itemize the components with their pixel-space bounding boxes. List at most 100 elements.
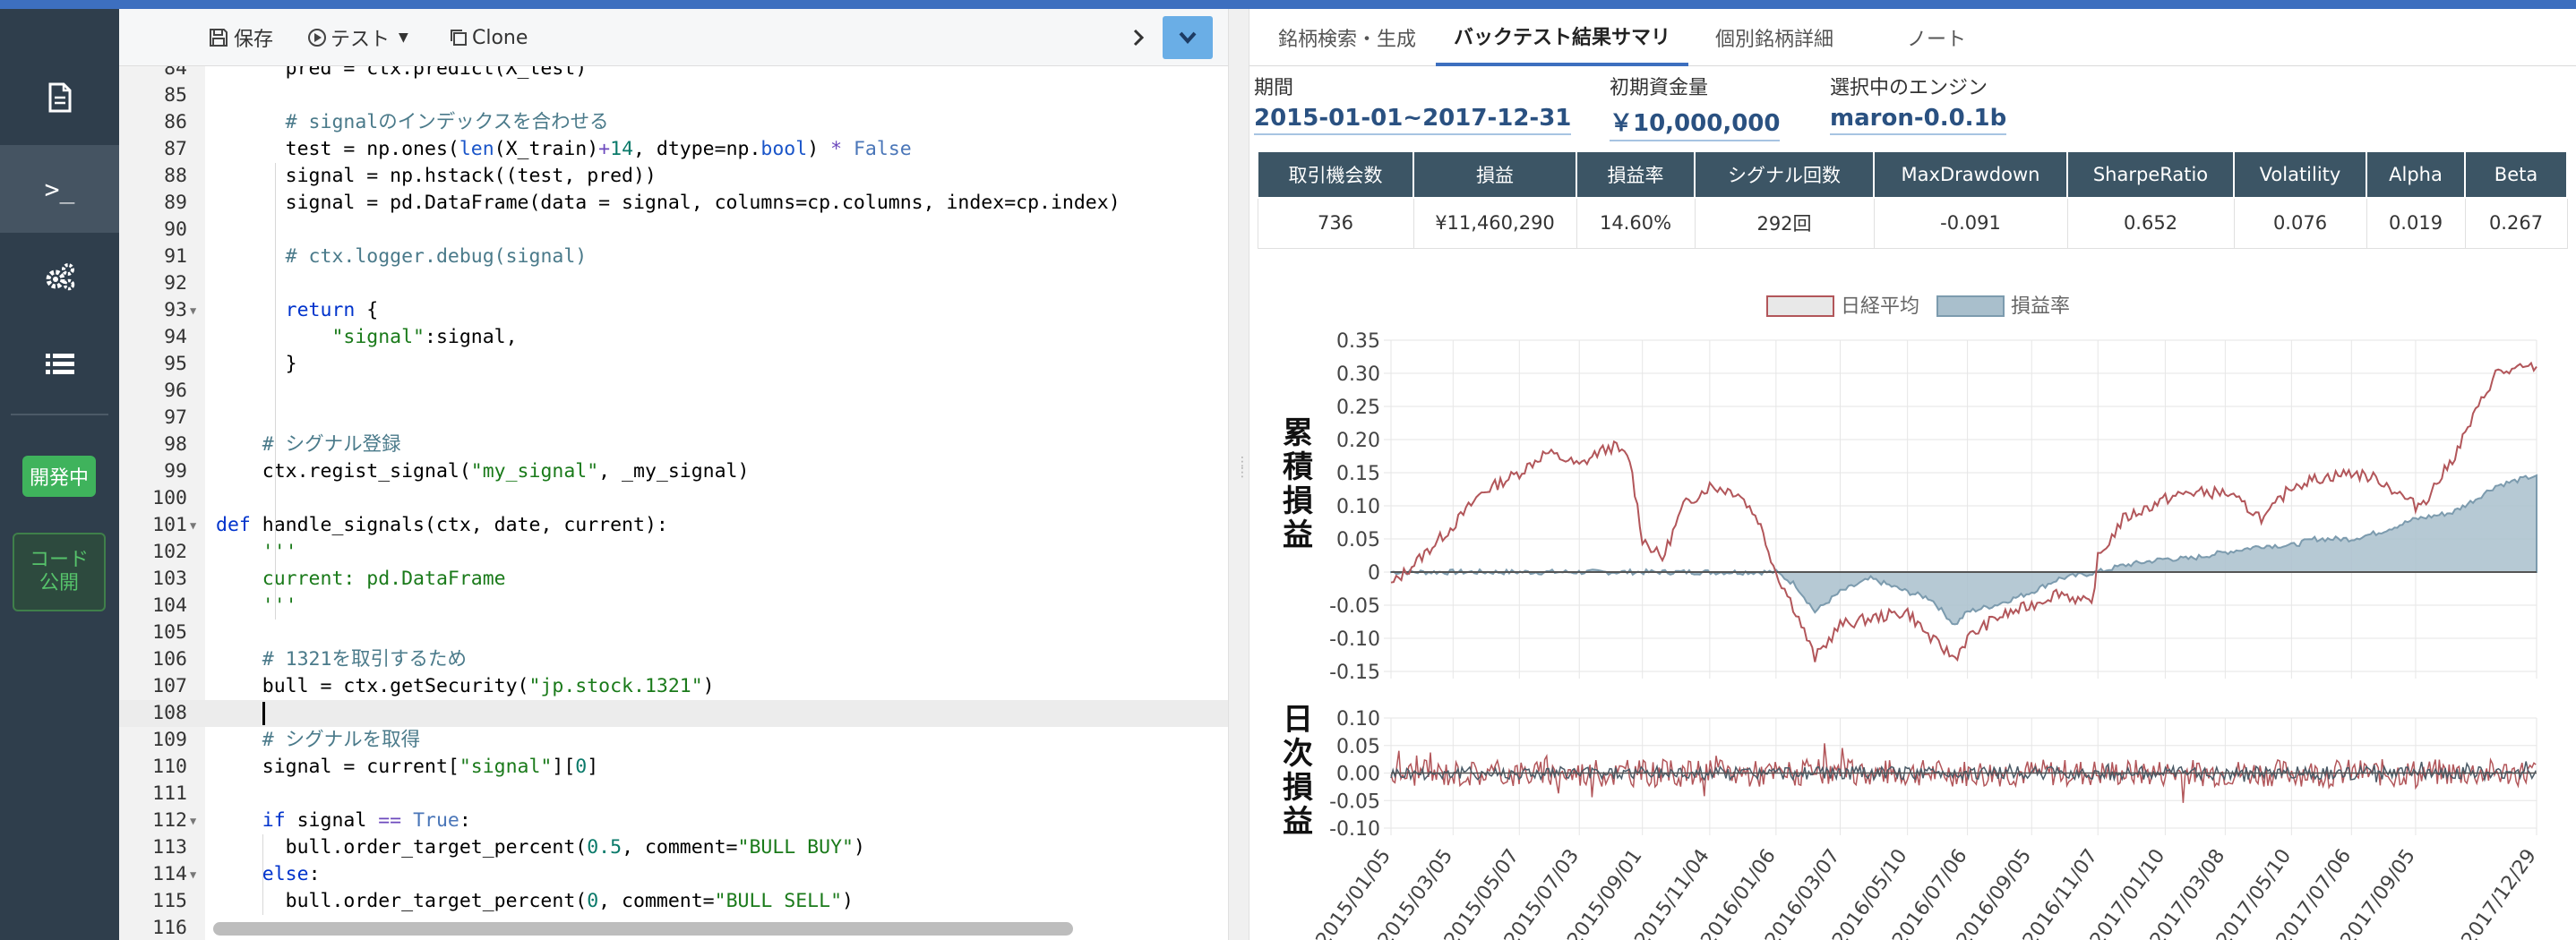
code-line-current[interactable]: 108 (119, 700, 1228, 727)
code-line[interactable]: 90 (119, 217, 1228, 244)
code-area[interactable]: 84 pred = ctx.predict(X_test) 85 86 # sign… (119, 66, 1228, 940)
clone-button[interactable]: Clone (449, 21, 528, 54)
code-line[interactable]: 88 signal = np.hstack((test, pred)) (119, 163, 1228, 190)
y-tick-label: 0.10 (1336, 496, 1380, 518)
line-number: 104 (152, 594, 187, 617)
editor-toolbar: 保存 テスト ▼ Clone (119, 9, 1228, 66)
tab-notes[interactable]: ノート (1907, 9, 1966, 66)
code-line[interactable]: 95 } (119, 351, 1228, 378)
code-text: else: (262, 863, 321, 885)
fold-toggle-icon[interactable]: ▼ (190, 297, 196, 324)
fold-toggle-icon[interactable]: ▼ (190, 512, 196, 539)
stats-value: 14.60% (1576, 197, 1696, 249)
caret-down-icon: ▼ (399, 30, 408, 45)
code-line[interactable]: 99 ctx.regist_signal("my_signal", _my_si… (119, 458, 1228, 485)
code-line[interactable]: 94 "signal":signal, (119, 324, 1228, 351)
tab-stock-detail[interactable]: 個別銘柄詳細 (1715, 9, 1833, 66)
publish-line2: 公開 (39, 572, 79, 594)
code-line[interactable]: 100 (119, 485, 1228, 512)
editor-menu-dropdown[interactable] (1163, 16, 1213, 59)
code-line[interactable]: 101 ▼ def handle_signals(ctx, date, curren… (119, 512, 1228, 539)
daily-pnl-chart: 0.10 0.05 0.00 -0.05 -0.10 (1329, 708, 2537, 841)
code-line[interactable]: 85 (119, 82, 1228, 109)
sidebar-item-document[interactable] (0, 54, 119, 141)
stats-value-row: 736 ¥11,460,290 14.60% 292回 -0.091 0.652… (1257, 197, 2568, 249)
code-line[interactable]: 103 current: pd.DataFrame (119, 566, 1228, 593)
stats-value: 292回 (1694, 197, 1875, 249)
line-number: 110 (152, 756, 187, 778)
code-line[interactable]: 93 ▼ return { (119, 297, 1228, 324)
legend-swatch-pnl[interactable] (1936, 295, 2005, 317)
code-line[interactable]: 91 # ctx.logger.debug(signal) (119, 244, 1228, 270)
terminal-icon: >_ (44, 174, 75, 204)
code-line[interactable]: 105 (119, 620, 1228, 646)
code-line[interactable]: 92 (119, 270, 1228, 297)
results-panel: 銘柄検索・生成 バックテスト結果サマリ 個別銘柄詳細 ノート 期間 2015-0… (1249, 9, 2576, 940)
save-button[interactable]: 保存 (209, 21, 273, 54)
code-line[interactable]: 98 # シグナル登録 (119, 432, 1228, 458)
save-label: 保存 (234, 29, 274, 51)
test-button[interactable]: テスト ▼ (307, 21, 408, 54)
code-line[interactable]: 107 bull = ctx.getSecurity("jp.stock.132… (119, 673, 1228, 700)
fold-toggle-icon[interactable]: ▼ (190, 808, 196, 834)
line-number: 115 (152, 890, 187, 912)
status-badge-dev[interactable]: 開発中 (22, 456, 96, 497)
horizontal-scrollbar[interactable] (213, 922, 1073, 936)
sidebar-item-terminal[interactable]: >_ (0, 145, 119, 233)
code-line[interactable]: 109 # シグナルを取得 (119, 727, 1228, 754)
tab-stock-search[interactable]: 銘柄検索・生成 (1278, 9, 1416, 66)
x-tick-label: 2017/12/29 (2458, 845, 2541, 940)
code-line[interactable]: 97 (119, 405, 1228, 432)
code-text: if signal == True: (262, 809, 471, 832)
sidebar-item-list[interactable] (0, 320, 119, 408)
stats-value: 0.267 (2464, 197, 2568, 249)
code-line[interactable]: 112 ▼ if signal == True: (119, 808, 1228, 834)
y-tick-label: 0.30 (1336, 363, 1380, 386)
y-tick-label: 0.05 (1336, 529, 1380, 551)
clone-icon (451, 30, 467, 46)
publish-code-button[interactable]: コード 公開 (13, 533, 106, 611)
y-tick-label: -0.10 (1329, 628, 1380, 651)
code-line[interactable]: 111 (119, 781, 1228, 808)
gears-icon (46, 263, 74, 291)
code-line[interactable]: 113 bull.order_target_percent(0.5, comme… (119, 834, 1228, 861)
y-axis-label-char: 次 (1283, 736, 1313, 772)
code-line[interactable]: 114 ▼ else: (119, 861, 1228, 888)
y-tick-label: -0.05 (1329, 595, 1380, 618)
panel-splitter[interactable]: ⋮ ⋮ (1228, 9, 1249, 940)
code-line[interactable]: 96 (119, 378, 1228, 405)
code-line[interactable]: 89 signal = pd.DataFrame(data = signal, … (119, 190, 1228, 217)
code-line[interactable]: 106 # 1321を取引するため (119, 646, 1228, 673)
code-text: def handle_signals(ctx, date, current): (216, 514, 668, 536)
sidebar-item-settings[interactable] (0, 233, 119, 320)
publish-line1: コード (29, 549, 89, 571)
code-text: } (216, 353, 297, 375)
period-value[interactable]: 2015-01-01~2017-12-31 (1254, 105, 1572, 135)
fold-toggle-icon[interactable]: ▼ (190, 861, 196, 888)
line-number: 85 (164, 84, 187, 107)
line-number: 96 (164, 380, 187, 402)
code-text: pred = ctx.predict(X_test) (216, 66, 588, 80)
capital-label: 初期資金量 (1610, 77, 1709, 99)
legend-swatch-nikkei[interactable] (1766, 295, 1834, 317)
code-line[interactable]: 102 ''' (119, 539, 1228, 566)
capital-value[interactable]: ￥10,000,000 (1610, 105, 1781, 141)
tab-backtest-summary[interactable]: バックテスト結果サマリ (1436, 9, 1689, 66)
code-line[interactable]: 87 test = np.ones(len(X_train)+14, dtype… (119, 136, 1228, 163)
stats-header: 損益率 (1576, 150, 1696, 199)
line-number: 87 (164, 138, 187, 160)
code-line[interactable]: 104 ''' (119, 593, 1228, 620)
stats-table: 取引機会数 損益 損益率 シグナル回数 MaxDrawdown SharpeRa… (1257, 150, 2568, 249)
code-line[interactable]: 115 bull.order_target_percent(0, comment… (119, 888, 1228, 915)
line-number: 97 (164, 406, 187, 429)
code-line[interactable]: 110 signal = current["signal"][0] (119, 754, 1228, 781)
chevron-right-icon[interactable] (1122, 21, 1155, 54)
code-line[interactable]: 86 # signalのインデックスを合わせる (119, 109, 1228, 136)
engine-value[interactable]: maron-0.0.1b (1830, 105, 2007, 135)
indent-guide (262, 834, 263, 915)
code-line[interactable]: 84 pred = ctx.predict(X_test) (119, 66, 1228, 82)
x-axis: 2015/01/052015/03/052015/05/072015/07/03… (1312, 845, 2541, 940)
stats-header: Volatility (2233, 150, 2367, 199)
line-number: 90 (164, 218, 187, 241)
stats-header: Alpha (2366, 150, 2466, 199)
